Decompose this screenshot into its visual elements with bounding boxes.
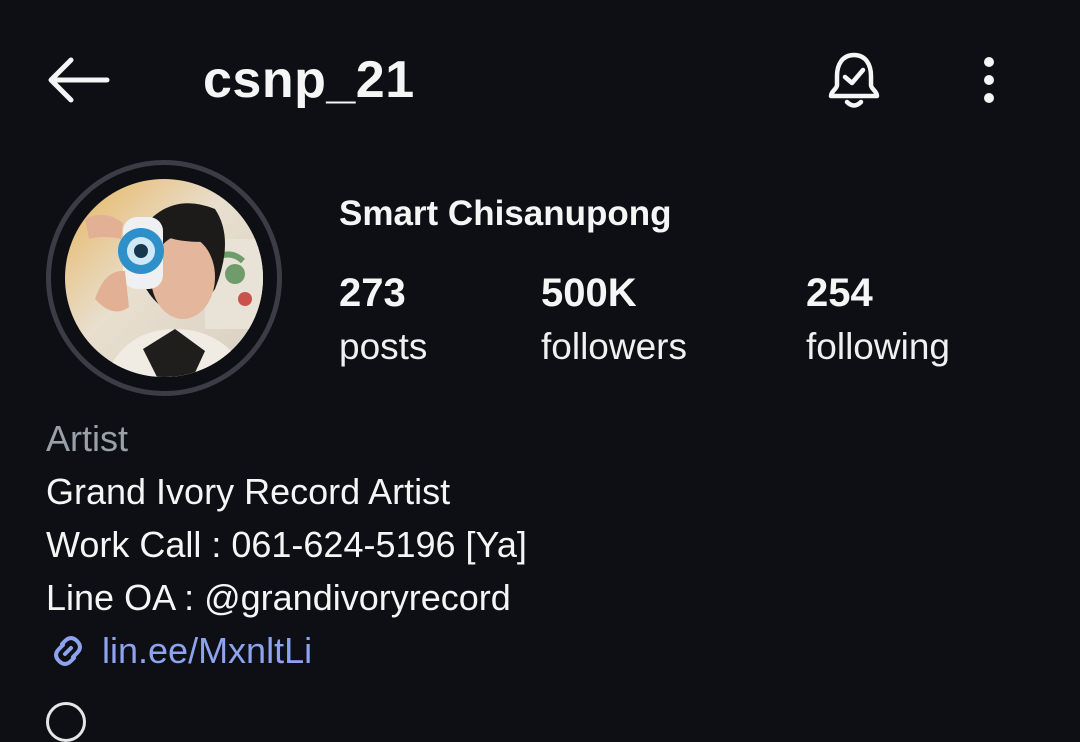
posts-stat[interactable]: 273 posts xyxy=(339,268,427,372)
avatar xyxy=(65,179,263,377)
following-label: following xyxy=(806,326,950,367)
vertical-ellipsis-icon xyxy=(984,57,994,103)
followers-label: followers xyxy=(541,326,687,367)
following-stat[interactable]: 254 following xyxy=(806,268,950,372)
avatar-ring[interactable] xyxy=(46,160,282,396)
display-name: Smart Chisanupong xyxy=(339,194,672,233)
arrow-left-icon xyxy=(48,57,110,103)
followers-stat[interactable]: 500K followers xyxy=(541,268,687,372)
partial-icon xyxy=(46,702,86,742)
posts-count: 273 xyxy=(339,271,406,315)
bio-line: Line OA : @grandivoryrecord xyxy=(46,577,511,618)
followers-count: 500K xyxy=(541,271,637,315)
back-button[interactable] xyxy=(40,48,116,112)
profile-username: csnp_21 xyxy=(203,51,415,109)
link-icon xyxy=(46,629,90,673)
bio-line: Grand Ivory Record Artist xyxy=(46,471,451,512)
notifications-button[interactable] xyxy=(818,44,890,116)
more-options-button[interactable] xyxy=(962,44,1016,116)
avatar-photo xyxy=(65,179,263,377)
top-bar: csnp_21 xyxy=(0,0,1080,160)
following-count: 254 xyxy=(806,271,873,315)
bio-line: Work Call : 061-624-5196 [Ya] xyxy=(46,524,527,565)
posts-label: posts xyxy=(339,326,428,367)
bell-check-icon xyxy=(828,52,880,108)
bio-link-text: lin.ee/MxnltLi xyxy=(102,630,313,671)
category-label: Artist xyxy=(46,418,129,459)
bio-link[interactable]: lin.ee/MxnltLi xyxy=(46,624,1046,677)
profile-bio: Artist Grand Ivory Record Artist Work Ca… xyxy=(46,412,1046,677)
